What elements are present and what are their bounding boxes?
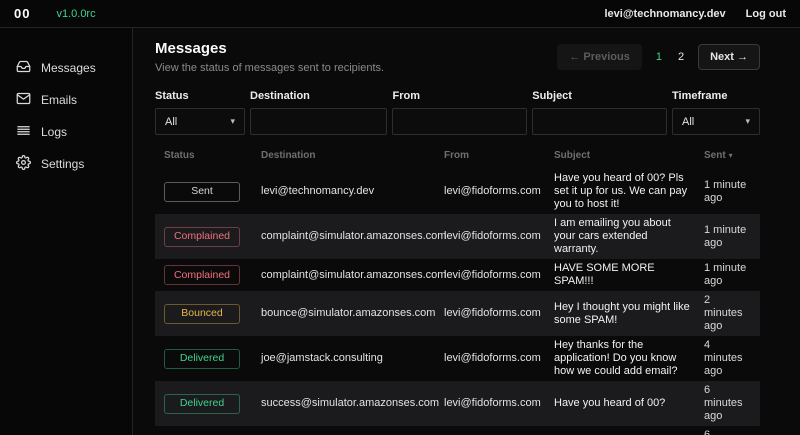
inbox-icon bbox=[16, 59, 31, 77]
sidebar-item-label: Logs bbox=[41, 125, 67, 139]
sidebar-item-messages[interactable]: Messages bbox=[0, 52, 132, 84]
subject-cell: Have you heard of 00? Pls set it up for … bbox=[554, 172, 704, 211]
main-content: Messages View the status of messages sen… bbox=[133, 28, 800, 435]
column-header-status[interactable]: Status bbox=[164, 150, 261, 161]
status-filter-value: All bbox=[165, 116, 177, 128]
column-header-subject[interactable]: Subject bbox=[554, 150, 704, 161]
status-badge: Bounced bbox=[164, 304, 240, 324]
subject-cell: I am emailing you about your cars extend… bbox=[554, 217, 704, 256]
from-filter-input[interactable] bbox=[392, 108, 527, 135]
envelope-icon bbox=[16, 91, 31, 109]
version-label: v1.0.0rc bbox=[56, 8, 95, 20]
status-cell: Delivered bbox=[164, 349, 261, 369]
status-badge: Delivered bbox=[164, 394, 240, 414]
destination-cell: bounce@simulator.amazonses.com bbox=[261, 307, 444, 320]
subject-cell: Have you heard of 00? bbox=[554, 397, 704, 410]
pagination: ← Previous 1 2 Next → bbox=[557, 44, 760, 70]
table-body: Sentlevi@technomancy.devlevi@fidoforms.c… bbox=[155, 169, 760, 435]
column-header-from[interactable]: From bbox=[444, 150, 554, 161]
chevron-down-icon: ▾ bbox=[745, 116, 750, 127]
next-button[interactable]: Next → bbox=[698, 44, 760, 70]
sent-cell: 1 minute ago bbox=[704, 179, 760, 205]
sent-cell: 6 minutes ago bbox=[704, 384, 760, 423]
page-subtitle: View the status of messages sent to reci… bbox=[155, 62, 384, 74]
logs-icon bbox=[16, 123, 31, 141]
destination-filter-input[interactable] bbox=[250, 108, 387, 135]
app-logo: 00 bbox=[14, 6, 30, 21]
topbar-right: levi@technomancy.dev Log out bbox=[604, 8, 786, 20]
from-cell: levi@fidoforms.com bbox=[444, 185, 554, 198]
table-row[interactable]: Complained complaint@simulator.amazonses.… bbox=[155, 259, 760, 291]
sent-cell: 1 minute ago bbox=[704, 224, 760, 250]
top-bar: 00 v1.0.0rc levi@technomancy.dev Log out bbox=[0, 0, 800, 28]
destination-cell: levi@technomancy.dev bbox=[261, 185, 444, 198]
page-number-2[interactable]: 2 bbox=[676, 51, 686, 63]
status-badge: Complained bbox=[164, 227, 240, 247]
sent-cell: 6 minutes ago bbox=[704, 429, 760, 435]
subject-filter-input[interactable] bbox=[532, 108, 667, 135]
sidebar-item-label: Emails bbox=[41, 93, 77, 107]
status-badge: Delivered bbox=[164, 349, 240, 369]
page-title: Messages bbox=[155, 40, 384, 57]
status-cell: Delivered bbox=[164, 394, 261, 414]
page-number-1[interactable]: 1 bbox=[654, 51, 664, 63]
from-cell: levi@fidoforms.com bbox=[444, 352, 554, 365]
subject-cell: HAVE SOME MORE SPAM!!! bbox=[554, 262, 704, 288]
table-row[interactable]: Complained complaint@simulator.amazonses.… bbox=[155, 214, 760, 259]
status-badge: Sent bbox=[164, 182, 240, 202]
status-badge: Complained bbox=[164, 265, 240, 285]
user-email: levi@technomancy.dev bbox=[604, 8, 725, 20]
table-row[interactable]: Bounced bounce@simulator.amazonses.comlev… bbox=[155, 291, 760, 336]
sidebar-item-label: Settings bbox=[41, 157, 84, 171]
sidebar: Messages Emails Logs Settings bbox=[0, 28, 133, 435]
destination-filter-label: Destination bbox=[250, 90, 387, 102]
timeframe-filter-select[interactable]: All ▾ bbox=[672, 108, 760, 135]
destination-cell: joe@jamstack.consulting bbox=[261, 352, 444, 365]
destination-cell: complaint@simulator.amazonses.com bbox=[261, 230, 444, 243]
logout-link[interactable]: Log out bbox=[746, 8, 786, 20]
gear-icon bbox=[16, 155, 31, 173]
sidebar-item-label: Messages bbox=[41, 61, 96, 75]
status-cell: Bounced bbox=[164, 304, 261, 324]
table-header: Status Destination From Subject Sent▾ bbox=[155, 150, 760, 169]
sidebar-item-logs[interactable]: Logs bbox=[0, 116, 132, 148]
status-cell: Sent bbox=[164, 182, 261, 202]
previous-button[interactable]: ← Previous bbox=[557, 44, 642, 70]
column-header-sent[interactable]: Sent▾ bbox=[704, 150, 760, 161]
status-filter-select[interactable]: All ▾ bbox=[155, 108, 245, 135]
sent-cell: 4 minutes ago bbox=[704, 339, 760, 378]
status-cell: Complained bbox=[164, 227, 261, 247]
from-cell: levi@fidoforms.com bbox=[444, 307, 554, 320]
status-cell: Complained bbox=[164, 265, 261, 285]
from-cell: levi@fidoforms.com bbox=[444, 230, 554, 243]
destination-cell: success@simulator.amazonses.com bbox=[261, 397, 444, 410]
column-header-destination[interactable]: Destination bbox=[261, 150, 444, 161]
sent-cell: 2 minutes ago bbox=[704, 294, 760, 333]
sent-cell: 1 minute ago bbox=[704, 262, 760, 288]
table-row[interactable]: Deliveredsuccess@simulator.amazonses.com… bbox=[155, 426, 760, 435]
timeframe-filter-value: All bbox=[682, 116, 694, 128]
table-row[interactable]: Sent levi@technomancy.devlevi@fidoforms.c… bbox=[155, 169, 760, 214]
sidebar-item-emails[interactable]: Emails bbox=[0, 84, 132, 116]
from-cell: levi@fidoforms.com bbox=[444, 269, 554, 282]
from-cell: levi@fidoforms.com bbox=[444, 397, 554, 410]
subject-cell: Hey thanks for the application! Do you k… bbox=[554, 339, 704, 378]
status-filter-label: Status bbox=[155, 90, 245, 102]
filters-bar: Status All ▾ Destination From Subject Ti… bbox=[155, 90, 760, 135]
chevron-down-icon: ▾ bbox=[230, 116, 235, 127]
sort-descending-icon: ▾ bbox=[729, 151, 733, 160]
table-row[interactable]: Delivered success@simulator.amazonses.com… bbox=[155, 381, 760, 426]
messages-table: Status Destination From Subject Sent▾ Se… bbox=[155, 150, 760, 435]
from-filter-label: From bbox=[392, 90, 527, 102]
table-row[interactable]: Delivered joe@jamstack.consultinglevi@fid… bbox=[155, 336, 760, 381]
sidebar-item-settings[interactable]: Settings bbox=[0, 148, 132, 180]
subject-filter-label: Subject bbox=[532, 90, 667, 102]
timeframe-filter-label: Timeframe bbox=[672, 90, 760, 102]
destination-cell: complaint@simulator.amazonses.com bbox=[261, 269, 444, 282]
subject-cell: Hey I thought you might like some SPAM! bbox=[554, 301, 704, 327]
